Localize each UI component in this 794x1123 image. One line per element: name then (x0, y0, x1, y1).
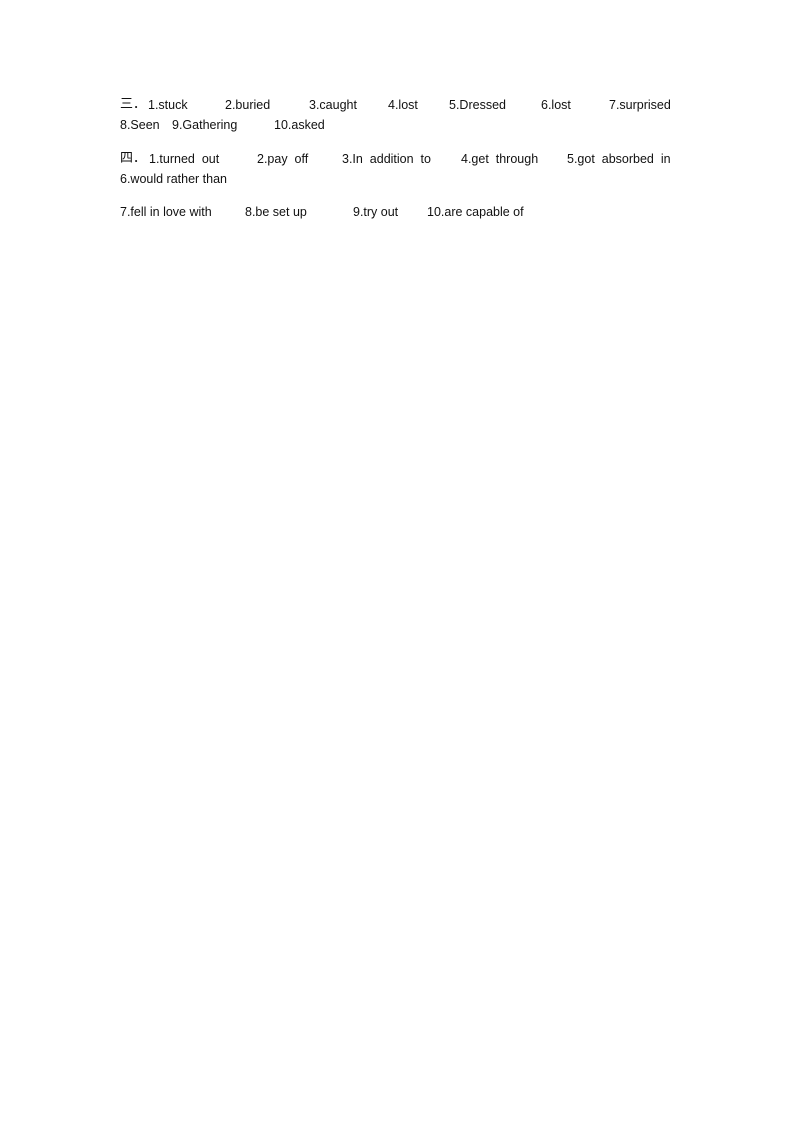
answer-item: 8.be set up (245, 205, 307, 219)
answer-item: 9.Gathering (172, 118, 238, 132)
answer-item: 9.try out (353, 205, 399, 219)
answer-item: 5.got absorbed in (567, 152, 671, 166)
section-3-line-1: 三． 1.stuck 2.buried 3.caught 4.lost 5.Dr… (120, 97, 674, 113)
answer-item: 6.lost (541, 98, 571, 112)
section-3-marker: 三． (120, 97, 147, 112)
section-4-line-3: 7.fell in love with 8.be set up 9.try ou… (120, 204, 674, 220)
section-4-line-2: 6.would rather than (120, 171, 674, 187)
answer-item: 7.surprised (609, 98, 671, 112)
answer-item: 4.lost (388, 98, 418, 112)
answer-item: 4.get through (461, 152, 539, 166)
answer-item: 3.caught (309, 98, 357, 112)
answer-item: 2.buried (225, 98, 271, 112)
answer-item: 1.stuck (148, 98, 188, 112)
answer-item: 10.asked (274, 118, 325, 132)
answer-item: 2.pay off (257, 152, 309, 166)
answer-item: 8.Seen (120, 118, 160, 132)
section-4-marker: 四． (120, 151, 147, 166)
answer-item: 10.are capable of (427, 205, 524, 219)
answer-item: 5.Dressed (449, 98, 506, 112)
section-4-line-1: 四． 1.turned out 2.pay off 3.In addition … (120, 151, 674, 167)
answer-item: 7.fell in love with (120, 205, 212, 219)
answer-item: 3.In addition to (342, 152, 431, 166)
section-3-line-2: 8.Seen 9.Gathering 10.asked (120, 117, 674, 133)
document-page: 三． 1.stuck 2.buried 3.caught 4.lost 5.Dr… (0, 0, 794, 1123)
answer-item: 6.would rather than (120, 172, 228, 186)
answer-item: 1.turned out (149, 152, 220, 166)
